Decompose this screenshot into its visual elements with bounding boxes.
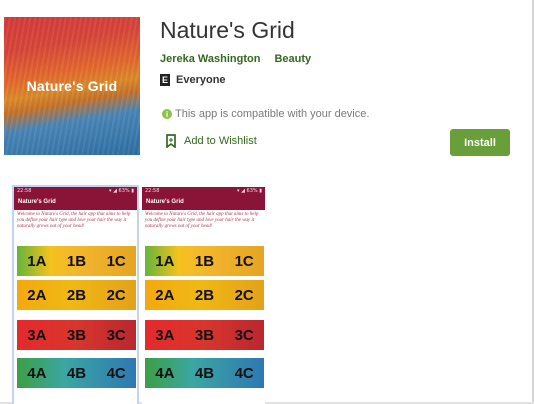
hair-type-3a: 3A [27,326,47,344]
hair-type-2c: 2C [234,286,254,304]
hair-type-row-3: 3A 3B 3C [17,320,136,350]
hair-type-2a: 2A [155,286,175,304]
status-time: 22:58 [17,187,32,194]
hair-type-2b: 2B [66,286,87,304]
compatibility-message: i This app is compatible with your devic… [162,108,369,120]
app-icon: Nature's Grid [4,17,140,155]
hair-type-1b: 1B [194,252,215,270]
screenshot-thumbnail-1[interactable]: 22:58 ▾ ◢ 63% ▮ Nature's Grid Welcome to… [12,185,139,404]
add-to-wishlist-button[interactable]: Add to Wishlist [166,134,257,148]
hair-type-row-2: 2A 2B 2C [145,280,264,310]
hair-type-3b: 3B [66,326,87,344]
hair-type-1c: 1C [234,252,254,270]
content-rating: E Everyone [160,74,226,86]
content-rating-label: Everyone [176,74,226,86]
hair-type-1a: 1A [155,252,175,270]
app-title: Nature's Grid [160,17,295,43]
status-time: 22:58 [145,187,160,194]
hair-type-row-1: 1A 1B 1C [145,246,264,276]
hair-type-row-1: 1A 1B 1C [17,246,136,276]
info-icon: i [162,109,172,119]
hair-type-1b: 1B [66,252,87,270]
hair-type-row-2: 2A 2B 2C [17,280,136,310]
hair-type-4a: 4A [27,364,47,382]
hair-type-row-4: 4A 4B 4C [145,358,264,388]
phone-app-toolbar: Nature's Grid [14,194,137,210]
hair-type-3c: 3C [106,326,126,344]
welcome-text: Welcome to Nature's Grid, the hair app t… [17,212,131,229]
screenshot-thumbnail-2[interactable]: 22:58 ▾ ◢ 63% ▮ Nature's Grid Welcome to… [142,187,265,404]
status-indicators: ▾ ◢ 63% ▮ [237,187,262,194]
hair-type-row-3: 3A 3B 3C [145,320,264,350]
compatibility-text: This app is compatible with your device. [175,108,370,120]
bookmark-icon [166,134,176,148]
phone-status-bar: 22:58 ▾ ◢ 63% ▮ [142,187,265,194]
hair-type-row-4: 4A 4B 4C [17,358,136,388]
hair-type-3a: 3A [155,326,175,344]
phone-status-bar: 22:58 ▾ ◢ 63% ▮ [14,187,137,194]
hair-type-1c: 1C [106,252,126,270]
hair-type-3b: 3B [194,326,215,344]
phone-app-toolbar: Nature's Grid [142,194,265,210]
esrb-everyone-icon: E [160,74,170,86]
developer-category-row: Jereka Washington Beauty [160,53,311,65]
hair-type-4a: 4A [155,364,175,382]
hair-type-4c: 4C [106,364,126,382]
wishlist-label: Add to Wishlist [184,135,257,147]
hair-type-3c: 3C [234,326,254,344]
hair-type-2c: 2C [106,286,126,304]
status-indicators: ▾ ◢ 63% ▮ [109,187,134,194]
hair-type-1a: 1A [27,252,47,270]
app-icon-title: Nature's Grid [26,78,118,94]
hair-type-2a: 2A [27,286,47,304]
hair-type-2b: 2B [194,286,215,304]
install-button[interactable]: Install [450,129,510,156]
hair-type-4b: 4B [194,364,215,382]
welcome-text: Welcome to Nature's Grid, the hair app t… [145,212,259,229]
hair-type-4c: 4C [234,364,254,382]
developer-link[interactable]: Jereka Washington [160,53,260,65]
category-link[interactable]: Beauty [274,53,311,65]
hair-type-4b: 4B [66,364,87,382]
